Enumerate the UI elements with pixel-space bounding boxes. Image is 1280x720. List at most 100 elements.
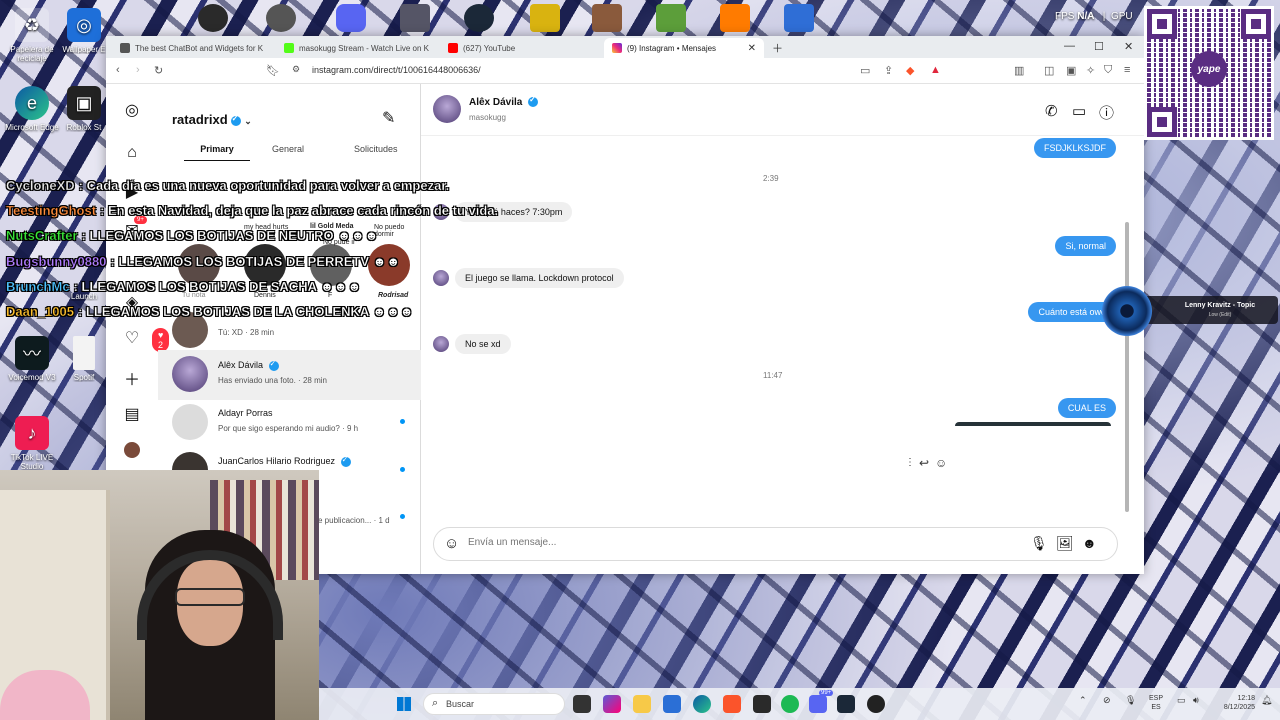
edge-icon[interactable] [693,695,711,713]
minimize-icon[interactable]: — [1064,40,1075,52]
desktop-icon-label: Wallpaper E [62,45,106,54]
maximize-icon[interactable]: ☐ [1094,40,1104,53]
windows-start-icon[interactable] [397,697,411,711]
extensions-icon[interactable]: ✧ [1086,64,1095,77]
scrollbar-thumb[interactable] [1125,222,1129,512]
conversation-name: Aldayr Porras [218,408,273,418]
steam-icon[interactable] [837,695,855,713]
spotify-icon[interactable] [781,695,799,713]
close-tab-icon[interactable]: ✕ [748,43,756,54]
microphone-icon[interactable]: 🎙︎ [1030,535,1048,552]
phone-call-icon[interactable]: ✆ [1045,102,1058,120]
brave-icon[interactable] [723,695,741,713]
desktop-icon-spotify-file[interactable]: Spotif [62,336,106,382]
home-icon[interactable]: ⌂ [122,144,142,164]
crab-game-icon[interactable] [592,4,622,32]
message-bubble-sent[interactable]: FSDJKLKSJDF [1033,138,1116,158]
account-switcher[interactable]: ratadrixd ⌄ [172,112,252,127]
message-bubble-received[interactable]: No se xd [455,334,511,354]
chat-contact-name[interactable]: Alêx Dávila [469,95,539,108]
browser-tab[interactable]: The best ChatBot and Widgets for K [112,38,272,58]
vpn-icon[interactable]: ⛉ [1104,64,1112,77]
desktop-icon-voicemod[interactable]: 〰 Voicemod V3 [0,336,64,382]
desktop-icon-roblox[interactable]: ▣ Roblox St [62,86,106,132]
reply-icon[interactable]: ↩ [919,456,929,470]
create-icon[interactable]: ＋ [122,366,142,389]
new-tab-icon[interactable]: ＋ [772,40,783,56]
shared-photo-thumbnail[interactable] [955,422,1111,426]
network-off-icon[interactable]: ⊘ [1103,695,1111,706]
copilot-icon[interactable] [603,695,621,713]
task-view-icon[interactable] [573,695,591,713]
minecraft-icon[interactable] [656,4,686,32]
display-icon[interactable]: ▭ [1177,695,1186,706]
store-icon[interactable] [663,695,681,713]
taskbar-clock[interactable]: 12:18 8/12/2025 [1209,694,1255,712]
notifications-bell-icon[interactable]: 🔔︎ [1261,695,1272,706]
screen-icon[interactable]: ▭ [860,64,870,77]
new-message-icon[interactable]: ✎ [382,108,395,128]
emoji-picker-icon[interactable]: ☺ [444,535,459,552]
steam-icon[interactable] [464,4,494,32]
notifications-heart-icon[interactable]: ♡ [122,328,142,348]
message-bubble-sent[interactable]: CUAL ES [1057,398,1116,418]
close-window-icon[interactable]: ✕ [1124,40,1133,53]
taskbar-search[interactable]: ⌕ Buscar [423,693,565,715]
volume-icon[interactable]: 🔊︎ [1193,695,1199,706]
menu-icon[interactable]: ≡ [1124,64,1130,76]
browser-tab-active[interactable]: (9) Instagram • Mensajes ✕ [604,38,764,58]
emote-icon: ☻☻ [372,254,400,269]
desktop-icon-edge[interactable]: e Microsoft Edge [0,86,64,132]
share-icon[interactable]: ⇪ [884,64,893,77]
conversation-info-icon[interactable]: ⓘ [1099,102,1114,123]
app-icon[interactable] [784,4,814,32]
microphone-icon[interactable]: 🎙︎ [1125,695,1136,706]
tab-requests[interactable]: Solicitudes [354,144,398,154]
conversation-item[interactable]: Aldayr Porras Por que sigo esperando mi … [158,398,421,448]
wallet-icon[interactable]: ▣ [1066,64,1076,77]
site-settings-icon[interactable]: ⚙ [292,64,300,75]
sticker-icon[interactable]: ☻ [1082,535,1097,551]
instagram-logo-icon[interactable]: ◎ [122,100,142,120]
desktop-icon-label: Spotif [73,373,95,382]
url-text[interactable]: instagram.com/direct/t/100616448006636/ [312,65,481,75]
app-icon[interactable] [400,4,430,32]
conversation-item-selected[interactable]: Alêx Dávila Has enviado una foto. · 28 m… [158,350,421,400]
obs-icon[interactable] [867,695,885,713]
message-input[interactable] [468,537,1008,548]
bookmark-icon[interactable]: 🔖︎ [266,64,280,77]
browser-tab[interactable]: masokugg Stream - Watch Live on K [276,38,436,58]
tray-overflow-icon[interactable]: ⌃ [1079,695,1087,706]
brave-shield-icon[interactable]: ◆ [906,64,914,77]
game-icon[interactable] [530,4,560,32]
chat-avatar[interactable] [433,95,461,123]
browser-tab[interactable]: (627) YouTube [440,38,600,58]
discord-icon[interactable] [809,695,827,713]
tab-general[interactable]: General [272,144,304,154]
language-indicator[interactable]: ESP ES [1149,694,1163,712]
back-icon[interactable]: ‹ [116,64,120,76]
dashboard-icon[interactable]: ▤ [122,404,142,424]
profile-avatar[interactable] [124,442,140,458]
forward-icon[interactable]: › [136,64,140,76]
brave-rewards-icon[interactable]: ▲ [930,64,941,76]
discord-icon[interactable] [336,4,366,32]
message-bubble-received[interactable]: El juego se llama. Lockdown protocol [455,268,624,288]
message-bubble-sent[interactable]: Si, normal [1055,236,1116,256]
message-timestamp: 11:47 [763,371,783,380]
desktop-icon-tiktok-live[interactable]: ♪ TikTok LIVE Studio [0,416,64,471]
reload-icon[interactable]: ↻ [154,64,163,77]
app-icon[interactable] [753,695,771,713]
obs-studio-icon[interactable] [266,4,296,32]
split-view-icon[interactable]: ◫ [1044,64,1054,77]
react-emoji-icon[interactable]: ☺ [935,456,947,470]
tab-primary[interactable]: Primary [184,144,250,161]
file-explorer-icon[interactable] [633,695,651,713]
app-icon[interactable] [720,4,750,32]
image-upload-icon[interactable]: 🖼︎ [1056,535,1074,552]
video-call-icon[interactable]: ▭ [1072,102,1086,120]
obs-icon[interactable] [198,4,228,32]
chat-username: BrunchMc [6,279,70,294]
more-options-icon[interactable]: ⋮ [905,457,915,468]
sidebar-icon[interactable]: ▥ [1014,64,1024,77]
